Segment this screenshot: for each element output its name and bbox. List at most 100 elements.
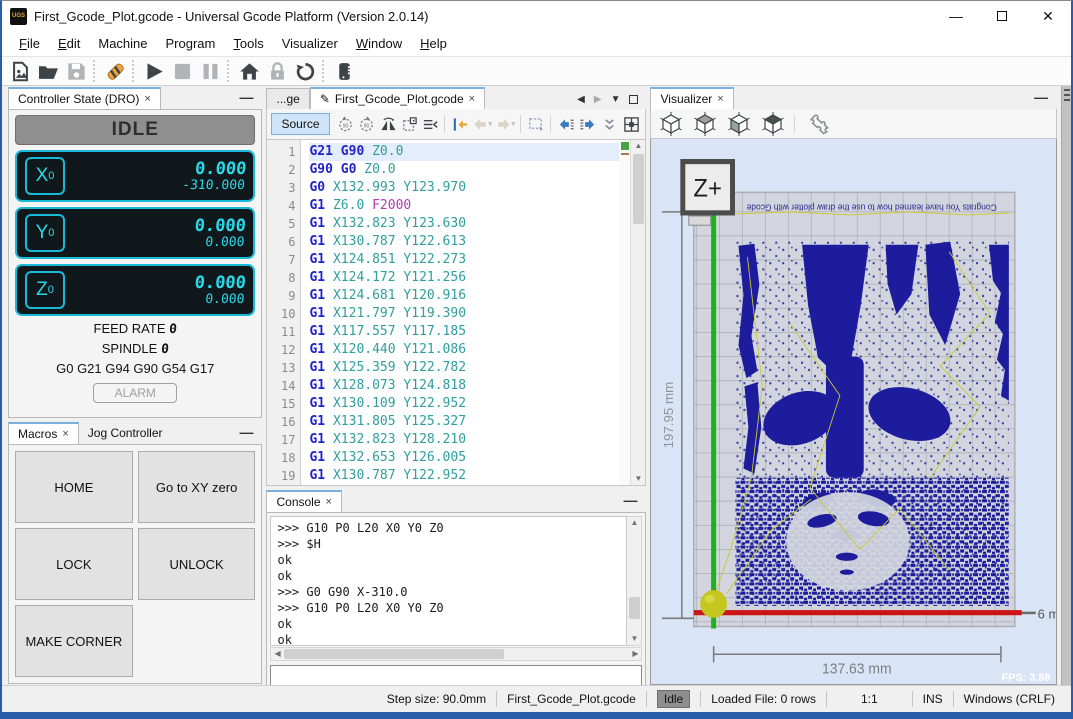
code-line-13: G1 X125.359 Y122.782	[309, 359, 619, 377]
mirror-horizontal-icon[interactable]	[378, 113, 398, 135]
toolbar-separator	[322, 60, 327, 82]
work-position: 0.000	[194, 217, 247, 236]
folder-open-icon[interactable]	[34, 58, 62, 84]
minimize-button[interactable]: —	[933, 1, 979, 31]
macro-button-go-to-xy-zero[interactable]: Go to XY zero	[138, 451, 256, 523]
menu-tools[interactable]: Tools	[224, 33, 272, 54]
scroll-down-icon[interactable]: ▼	[635, 473, 643, 485]
code-editor[interactable]: 12345678910111213141516171819 G21 G90 Z0…	[266, 140, 646, 486]
console-line: ok	[277, 616, 620, 632]
code-line-14: G1 X128.073 Y124.818	[309, 377, 619, 395]
dro-axis-z[interactable]: Z00.0000.000	[15, 264, 255, 316]
status-insert-mode: INS	[913, 692, 953, 706]
code-line-9: G1 X124.681 Y120.916	[309, 287, 619, 305]
close-icon[interactable]: ×	[62, 428, 68, 440]
tab-truncated-file[interactable]: ...ge	[266, 88, 309, 109]
code-line-2: G90 G0 Z0.0	[309, 161, 619, 179]
visualizer-canvas[interactable]: Congrats You have learned how to use the…	[650, 139, 1057, 685]
rotate-90-cw-icon[interactable]: 90	[357, 113, 377, 135]
close-icon[interactable]: ×	[717, 93, 723, 105]
panel-minimize-button[interactable]: —	[614, 492, 646, 512]
cube-dark-top-icon[interactable]	[758, 111, 788, 137]
menu-file[interactable]: File	[10, 33, 49, 54]
pendant-icon[interactable]	[330, 58, 358, 84]
scroll-up-icon[interactable]: ▲	[631, 517, 639, 529]
tab-visualizer[interactable]: Visualizer ×	[650, 87, 733, 109]
fold-chevrons-icon[interactable]	[599, 113, 619, 135]
console-command-input[interactable]	[270, 665, 642, 685]
line-number: 2	[267, 161, 295, 179]
orientation-label: Z+	[694, 175, 723, 202]
menu-edit[interactable]: Edit	[49, 33, 89, 54]
home-icon[interactable]	[235, 58, 263, 84]
close-button[interactable]: ✕	[1025, 1, 1071, 31]
shift-left-icon[interactable]	[556, 113, 576, 135]
rotate-90-ccw-icon[interactable]: 90	[336, 113, 356, 135]
alarm-button[interactable]: ALARM	[93, 383, 177, 403]
last-edit-location-icon[interactable]	[451, 113, 471, 135]
window-title: First_Gcode_Plot.gcode - Universal Gcode…	[34, 9, 429, 24]
scroll-thumb[interactable]	[629, 597, 640, 619]
close-icon[interactable]: ×	[469, 93, 475, 105]
shift-right-icon[interactable]	[578, 113, 598, 135]
panel-minimize-button[interactable]: —	[230, 424, 262, 444]
status-filename: First_Gcode_Plot.gcode	[497, 692, 646, 706]
undo-icon[interactable]	[291, 58, 319, 84]
menu-window[interactable]: Window	[347, 33, 411, 54]
scroll-up-icon[interactable]: ▲	[635, 140, 643, 152]
pause-icon	[196, 58, 224, 84]
tab-scroll-right-icon[interactable]: ▶	[594, 94, 602, 105]
tab-list-dropdown-icon[interactable]: ▼	[611, 94, 621, 105]
dro-axis-x[interactable]: X00.000-310.000	[15, 150, 255, 202]
code-line-3: G0 X132.993 Y123.970	[309, 179, 619, 197]
tab-macros[interactable]: Macros ×	[8, 422, 79, 444]
macro-button-make-corner[interactable]: MAKE CORNER	[15, 605, 133, 677]
collapse-lines-icon[interactable]	[421, 113, 441, 135]
editor-scrollbar[interactable]: ▲ ▼	[630, 140, 645, 485]
cube-iso-icon[interactable]	[656, 111, 686, 137]
left-column: Controller State (DRO) × — IDLE X00.000-…	[8, 86, 262, 685]
line-number: 18	[267, 449, 295, 467]
tab-scroll-left-icon[interactable]: ◀	[577, 94, 585, 105]
console-vscrollbar[interactable]: ▲ ▼	[627, 516, 642, 646]
console-hscrollbar[interactable]: ◀ ▶	[270, 647, 642, 661]
maximize-panel-icon[interactable]	[629, 95, 638, 104]
panel-minimize-button[interactable]: —	[230, 89, 262, 109]
maximize-button[interactable]	[979, 1, 1025, 31]
menu-help[interactable]: Help	[411, 33, 456, 54]
plugin-icon[interactable]	[804, 111, 834, 137]
tab-console[interactable]: Console ×	[266, 490, 341, 512]
close-icon[interactable]: ×	[144, 93, 150, 105]
tab-jog-controller[interactable]: Jog Controller	[79, 423, 172, 444]
connector-icon[interactable]	[101, 58, 129, 84]
nav-back-icon: ▼	[472, 113, 494, 135]
right-dock-strip[interactable]	[1061, 86, 1071, 685]
menu-machine[interactable]: Machine	[89, 33, 156, 54]
code-line-16: G1 X131.805 Y125.327	[309, 413, 619, 431]
dro-axis-y[interactable]: Y00.0000.000	[15, 207, 255, 259]
panel-minimize-button[interactable]: —	[1025, 89, 1057, 109]
macro-button-lock[interactable]: LOCK	[15, 528, 133, 600]
scroll-right-icon[interactable]: ▶	[632, 648, 638, 660]
console-output[interactable]: >>> G10 P0 L20 X0 Y0 Z0>>> $Hokok>>> G0 …	[270, 516, 627, 646]
scroll-left-icon[interactable]: ◀	[274, 648, 280, 660]
scroll-down-icon[interactable]: ▼	[631, 633, 639, 645]
close-icon[interactable]: ×	[326, 496, 332, 508]
status-line-endings: Windows (CRLF)	[954, 692, 1065, 706]
members-grid-icon[interactable]	[621, 113, 641, 135]
scroll-thumb[interactable]	[284, 649, 504, 659]
document-icon[interactable]	[6, 58, 34, 84]
menu-visualizer[interactable]: Visualizer	[273, 33, 347, 54]
scroll-thumb[interactable]	[633, 154, 644, 224]
rect-select-icon[interactable]	[526, 113, 546, 135]
tab-gcode-file[interactable]: ✎ First_Gcode_Plot.gcode ×	[310, 87, 485, 109]
macro-button-home[interactable]: HOME	[15, 451, 133, 523]
macro-button-unlock[interactable]: UNLOCK	[138, 528, 256, 600]
play-icon[interactable]	[140, 58, 168, 84]
tab-controller-state[interactable]: Controller State (DRO) ×	[8, 87, 161, 109]
menu-program[interactable]: Program	[157, 33, 225, 54]
rotate-selection-icon[interactable]	[399, 113, 419, 135]
cube-front-shaded-icon[interactable]	[724, 111, 754, 137]
source-view-button[interactable]: Source	[271, 113, 329, 135]
cube-top-shaded-icon[interactable]	[690, 111, 720, 137]
